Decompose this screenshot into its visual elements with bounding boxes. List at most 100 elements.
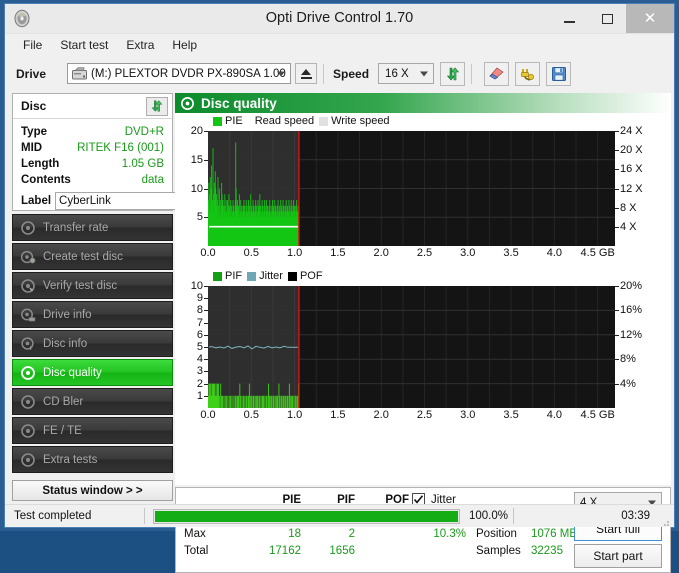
plug-icon xyxy=(521,68,534,81)
y2-axis-tickmark xyxy=(615,150,619,152)
legend-label: Read speed xyxy=(254,115,315,127)
page-title: Disc quality xyxy=(201,95,277,111)
y-axis-tick: 8 xyxy=(196,304,203,317)
y-axis-tickmark xyxy=(204,159,208,161)
sidebar-item-label: Disc quality xyxy=(43,366,102,379)
y2-axis-tick: 12 X xyxy=(620,182,643,195)
erase-button[interactable] xyxy=(484,61,510,86)
refresh-arrows-icon xyxy=(446,67,459,80)
status-window-button[interactable]: Status window > > xyxy=(12,480,173,501)
settings-button[interactable] xyxy=(515,61,541,86)
maximize-button[interactable] xyxy=(588,4,626,33)
sidebar-item-cd-bler[interactable]: CD Bler xyxy=(12,388,173,415)
y2-axis-tick: 20% xyxy=(620,280,643,292)
sidebar-item-drive-info[interactable]: Drive info xyxy=(12,301,173,328)
sidebar-item-transfer-rate[interactable]: Transfer rate xyxy=(12,214,173,241)
stats-row-max-pie: 18 xyxy=(288,528,301,540)
disc-panel-header: Disc xyxy=(13,94,172,119)
close-button[interactable]: ✕ xyxy=(626,4,674,33)
disc-refresh-button[interactable] xyxy=(146,96,168,116)
sidebar-item-disc-info[interactable]: i Disc info xyxy=(12,330,173,357)
sidebar-item-label: Verify test disc xyxy=(43,279,118,292)
charts-container: PIE Read speed Write speed 5 10 15 20 4 X8 X 12 … xyxy=(175,113,671,485)
legend-item: PIF xyxy=(213,270,242,282)
sidebar-item-label: Drive info xyxy=(43,308,92,321)
disc-row-contents-value: data xyxy=(141,174,164,186)
pie-chart-legend: PIE Read speed Write speed xyxy=(213,115,390,127)
y-axis-tickmark xyxy=(204,371,208,373)
disc-row-contents-key: Contents xyxy=(21,174,71,186)
disc-burn-icon xyxy=(20,249,36,265)
disc-info-rows: Type DVD+R MID RITEK F16 (001) Length 1.… xyxy=(13,119,239,210)
y-axis-tickmark xyxy=(204,322,208,324)
start-part-button[interactable]: Start part xyxy=(574,544,662,568)
legend-label: Write speed xyxy=(331,115,390,127)
status-divider-2 xyxy=(513,508,514,524)
sidebar-item-verify-test-disc[interactable]: Verify test disc xyxy=(12,272,173,299)
refresh-arrows-icon xyxy=(151,100,163,112)
y-axis-tick: 4 xyxy=(196,353,203,366)
x-axis-tick: 0.0 xyxy=(200,247,216,259)
sidebar-item-create-test-disc[interactable]: Create test disc xyxy=(12,243,173,270)
legend-swatch xyxy=(319,116,329,126)
content-area: Disc Type DVD+R MID RITEK F16 (001) Leng… xyxy=(5,91,674,573)
x-axis-tick: 1.0 xyxy=(286,409,303,421)
y2-axis-tickmark xyxy=(615,169,619,171)
save-button[interactable] xyxy=(546,61,572,86)
samples-label: Samples xyxy=(476,545,521,557)
y2-axis-tickmark xyxy=(615,207,619,209)
minimize-button[interactable] xyxy=(550,4,588,33)
drive-select[interactable]: (M:) PLEXTOR DVDR PX-890SA 1.00 xyxy=(67,63,292,84)
menu-item-start-test[interactable]: Start test xyxy=(51,36,117,54)
menu-item-file[interactable]: File xyxy=(14,36,51,54)
disc-quality-icon xyxy=(20,365,36,381)
stats-row-total-label: Total xyxy=(184,545,209,557)
sidebar-item-label: Extra tests xyxy=(43,453,98,466)
sidebar-item-fe-te[interactable]: FE / TE xyxy=(12,417,173,444)
sidebar-item-disc-quality[interactable]: Disc quality xyxy=(12,359,173,386)
position-label: Position xyxy=(476,528,517,540)
x-axis-tick: 2.0 xyxy=(373,247,389,259)
x-axis-tick: 3.0 xyxy=(460,247,476,259)
panel-header: Disc quality xyxy=(175,93,671,113)
legend-swatch xyxy=(287,271,297,281)
speed-select[interactable]: 16 X xyxy=(378,63,435,84)
legend-item: Read speed xyxy=(248,115,314,127)
pif-chart-plot xyxy=(208,286,615,408)
menu-item-extra[interactable]: Extra xyxy=(117,36,163,54)
window-controls: ✕ xyxy=(550,4,674,33)
y-axis-tick: 10 xyxy=(190,182,203,195)
chevron-down-icon xyxy=(277,71,286,76)
stats-row-total-pie: 17162 xyxy=(269,545,301,557)
y-axis-tick: 7 xyxy=(196,316,203,329)
progress-percent: 100.0% xyxy=(469,510,509,522)
x-axis-tick: 1.5 xyxy=(330,247,346,259)
x-axis-tick: 2.5 xyxy=(416,409,433,421)
disc-icon xyxy=(20,220,36,236)
disc-row-mid: MID RITEK F16 (001) xyxy=(21,140,164,156)
disc-icon xyxy=(20,452,36,468)
status-bar: Test completed 100.0% 03:39 xyxy=(5,504,674,527)
sidebar-item-extra-tests[interactable]: Extra tests xyxy=(12,446,173,473)
y2-axis-tick: 4% xyxy=(620,377,636,390)
stats-row-max-label: Max xyxy=(184,528,206,540)
x-axis-tick: 3.5 xyxy=(503,409,519,421)
x-axis-tick: 1.5 xyxy=(330,409,346,421)
legend-label: Jitter xyxy=(259,270,283,282)
y-axis-tick: 20 xyxy=(190,125,203,137)
x-axis-tick: 0.5 xyxy=(243,247,259,259)
drive-toolbar: Drive (M:) PLEXTOR DVDR PX-890SA 1.00 Sp… xyxy=(5,56,674,91)
x-axis-tick: 4.0 xyxy=(546,409,563,421)
eject-button[interactable] xyxy=(295,63,318,84)
y2-axis-tick: 4 X xyxy=(620,220,637,233)
disc-row-contents: Contents data xyxy=(21,172,164,188)
legend-label: PIF xyxy=(225,270,243,282)
disc-row-type-value: DVD+R xyxy=(124,126,164,138)
x-axis-tick: 4.5 GB xyxy=(580,247,615,259)
y2-axis-tickmark xyxy=(615,188,619,190)
menu-item-help[interactable]: Help xyxy=(163,36,206,54)
x-axis-tick: 4.5 GB xyxy=(580,409,615,421)
resize-grip[interactable] xyxy=(660,514,670,526)
refresh-button[interactable] xyxy=(440,61,466,86)
disc-quality-icon xyxy=(180,96,195,111)
